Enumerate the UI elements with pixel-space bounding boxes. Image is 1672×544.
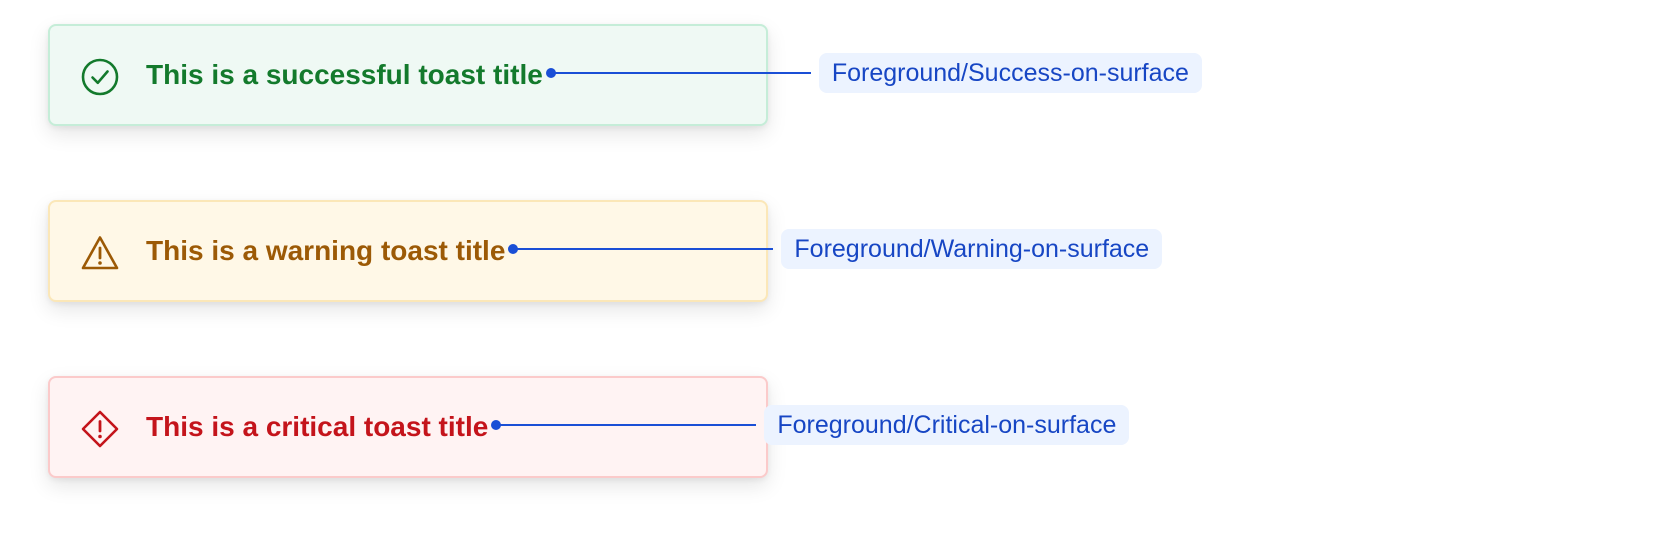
- toast-row-success: This is a successful toast title Foregro…: [0, 24, 1672, 128]
- toast-row-critical: This is a critical toast title Foregroun…: [0, 376, 1672, 480]
- toast-row-warning: This is a warning toast title Foreground…: [0, 200, 1672, 304]
- critical-toast[interactable]: This is a critical toast title: [48, 376, 768, 478]
- check-circle-icon: [80, 57, 120, 97]
- critical-diamond-icon: [80, 409, 120, 449]
- annotation-line: [513, 248, 774, 250]
- toast-title: This is a successful toast title: [146, 59, 543, 90]
- annotation-line: [550, 72, 811, 74]
- warning-triangle-icon: [80, 233, 120, 273]
- success-toast[interactable]: This is a successful toast title: [48, 24, 768, 126]
- annotation-label: Foreground/Warning-on-surface: [781, 229, 1163, 269]
- annotation-line: [496, 424, 757, 426]
- annotation-label: Foreground/Success-on-surface: [818, 53, 1202, 93]
- warning-toast[interactable]: This is a warning toast title: [48, 200, 768, 302]
- annotation-label: Foreground/Critical-on-surface: [764, 405, 1130, 445]
- toast-title: This is a warning toast title: [146, 235, 506, 266]
- toast-title: This is a critical toast title: [146, 411, 489, 442]
